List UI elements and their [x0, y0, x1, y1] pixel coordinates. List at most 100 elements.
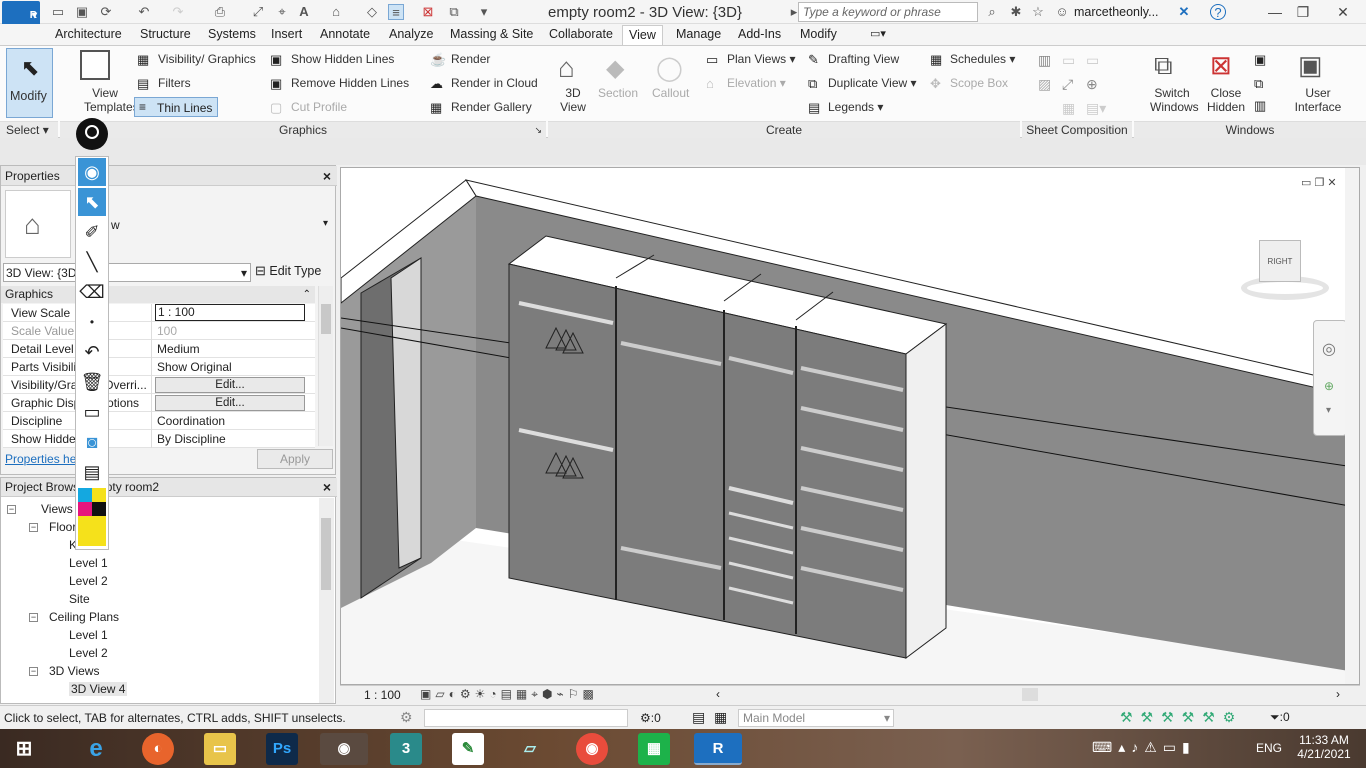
select-dropdown[interactable]: Select ▾ [0, 121, 58, 138]
sheet-list-icon[interactable]: ▤▾ [1086, 100, 1106, 117]
edit-button[interactable]: Edit... [155, 377, 305, 393]
section-qat-icon[interactable]: ◇ [364, 4, 380, 20]
elevation-button[interactable]: Elevation ▾ [727, 76, 786, 90]
user-name[interactable]: marcetheonly... [1074, 5, 1159, 19]
view-cube[interactable]: RIGHT [1233, 236, 1333, 306]
select-arrow-icon[interactable]: ⬉ [78, 188, 106, 216]
whiteboard-icon[interactable]: ▭ [78, 398, 106, 426]
tree-item[interactable]: 3D View 4 [69, 682, 128, 696]
3d-viewport[interactable]: RIGHT ▭ ❐ ✕ ◎ ⊕ ▾ [340, 167, 1360, 685]
zoom-dropdown-icon[interactable]: ▾ [1326, 405, 1331, 416]
internet-explorer-icon[interactable]: e [80, 733, 112, 765]
black-swatch[interactable] [92, 502, 106, 516]
tab-modify[interactable]: Modify [800, 27, 837, 41]
tab-insert[interactable]: Insert [271, 27, 302, 41]
properties-help-link[interactable]: Properties he [5, 452, 76, 466]
redo-icon[interactable]: ↷ [170, 4, 186, 20]
file-explorer-icon[interactable]: ▭ [204, 733, 236, 765]
thin-lines-button[interactable]: ≡ Thin Lines [134, 97, 218, 117]
tab-architecture[interactable]: Architecture [55, 27, 122, 41]
plan-views-button[interactable]: Plan Views ▾ [727, 52, 796, 66]
eye-icon[interactable]: ◉ [78, 158, 106, 186]
undo-icon[interactable]: ↶ [136, 4, 152, 20]
scroll-left-icon[interactable]: ‹ [716, 687, 720, 701]
filters-button[interactable]: Filters [158, 76, 191, 90]
photoshop-icon[interactable]: Ps [266, 733, 298, 765]
filter-icon[interactable]: ⏷ [1270, 710, 1280, 724]
design-option-selector[interactable]: Main Model ▾ [738, 709, 894, 727]
save-icon[interactable]: ▣ [74, 4, 90, 20]
selection-filter-icons[interactable]: ⚒⚒⚒⚒⚒⚙ [1120, 709, 1243, 726]
eraser-icon[interactable]: ⌫ [78, 278, 106, 306]
exchange-icon[interactable]: ✕ [1176, 4, 1192, 20]
yellow-swatch[interactable] [92, 488, 106, 502]
tree-toggle[interactable]: − [7, 505, 16, 514]
cyan-swatch[interactable] [78, 488, 92, 502]
drawing-app-icon[interactable]: ✎ [452, 733, 484, 765]
dialog-launcher-icon[interactable]: ↘ [534, 122, 542, 138]
folder-app-icon[interactable]: ▱ [514, 733, 546, 765]
windows-start-icon[interactable]: ⊞ [8, 733, 40, 765]
tree-toggle[interactable]: − [29, 613, 38, 622]
scroll-right-icon[interactable]: › [1336, 687, 1340, 701]
tree-item[interactable]: Site [69, 592, 90, 606]
room-3d-model[interactable] [341, 168, 1360, 685]
type-dropdown-icon[interactable]: ▾ [323, 218, 328, 229]
edit-type-button[interactable]: ⊟ Edit Type [255, 262, 333, 282]
current-color-swatch[interactable] [78, 516, 106, 546]
help-icon[interactable]: ? [1210, 4, 1226, 20]
visibility-graphics-button[interactable]: Visibility/ Graphics [158, 52, 256, 66]
cut-profile-button[interactable]: Cut Profile [291, 100, 347, 114]
print-icon[interactable]: ⎙ [212, 4, 228, 20]
replicate-icon[interactable]: ▣ [1254, 52, 1266, 68]
sync-icon[interactable]: ⟳ [98, 4, 114, 20]
color-palette[interactable] [78, 488, 106, 548]
3ds-max-icon[interactable]: 3 [390, 733, 422, 765]
thin-lines-qat-icon[interactable]: ≡ [388, 4, 404, 20]
tree-item[interactable]: Floor [49, 520, 76, 534]
workset-selector[interactable] [424, 709, 628, 727]
cascade-icon[interactable]: ⧉ [1254, 76, 1263, 92]
trash-icon[interactable]: 🗑 [78, 368, 106, 396]
chrome-icon[interactable]: ◉ [576, 733, 608, 765]
customize-qat-icon[interactable]: ▾ [476, 4, 492, 20]
dot-icon[interactable]: • [78, 308, 106, 336]
viewports-icon[interactable]: ▦ [1062, 100, 1075, 117]
tree-item[interactable]: Level 2 [69, 574, 108, 588]
pen-logo-icon[interactable] [76, 118, 108, 150]
line-icon[interactable]: ╲ [78, 248, 106, 276]
horizontal-scroll-thumb[interactable] [1022, 688, 1038, 701]
matchline-icon[interactable]: ▭ [1086, 52, 1099, 69]
switch-windows-button[interactable]: Switch Windows [1150, 86, 1199, 114]
title-block-icon[interactable]: ▭ [1062, 52, 1075, 69]
subscription-icon[interactable]: ✱ [1008, 4, 1024, 20]
drafting-view-button[interactable]: Drafting View [828, 52, 899, 66]
tree-item[interactable]: Level 1 [69, 556, 108, 570]
revit-taskbar-icon[interactable]: R [694, 733, 742, 765]
close-icon[interactable]: × [323, 478, 331, 497]
close-icon[interactable]: × [323, 166, 331, 186]
legends-button[interactable]: Legends ▾ [828, 100, 883, 114]
close-button[interactable]: ✕ [1332, 2, 1354, 22]
minimize-button[interactable]: — [1264, 2, 1286, 22]
close-hidden-button[interactable]: Close Hidden [1204, 86, 1248, 114]
duplicate-view-button[interactable]: Duplicate View ▾ [828, 76, 917, 90]
steering-wheel-icon[interactable]: ◎ [1322, 339, 1336, 359]
scroll-thumb[interactable] [321, 304, 331, 334]
text-icon[interactable]: A [296, 4, 312, 20]
property-value[interactable]: By Discipline [157, 432, 226, 446]
browser-scrollbar[interactable] [319, 498, 334, 703]
property-value[interactable]: Medium [157, 342, 200, 356]
dimension-icon[interactable]: ⌖ [274, 4, 290, 20]
tree-item[interactable]: Views [41, 502, 73, 516]
viewport-vertical-scrollbar[interactable] [1345, 168, 1359, 684]
tab-collaborate[interactable]: Collaborate [549, 27, 613, 41]
open-icon[interactable]: ▭ [50, 4, 66, 20]
magenta-swatch[interactable] [78, 502, 92, 516]
user-icon[interactable]: ☺ [1054, 4, 1070, 20]
tab-manage[interactable]: Manage [676, 27, 721, 41]
property-value[interactable]: Show Original [157, 360, 232, 374]
apply-button[interactable]: Apply [257, 449, 333, 469]
guide-grid-icon[interactable]: ⤢ [1062, 76, 1073, 93]
tab-structure[interactable]: Structure [140, 27, 191, 41]
